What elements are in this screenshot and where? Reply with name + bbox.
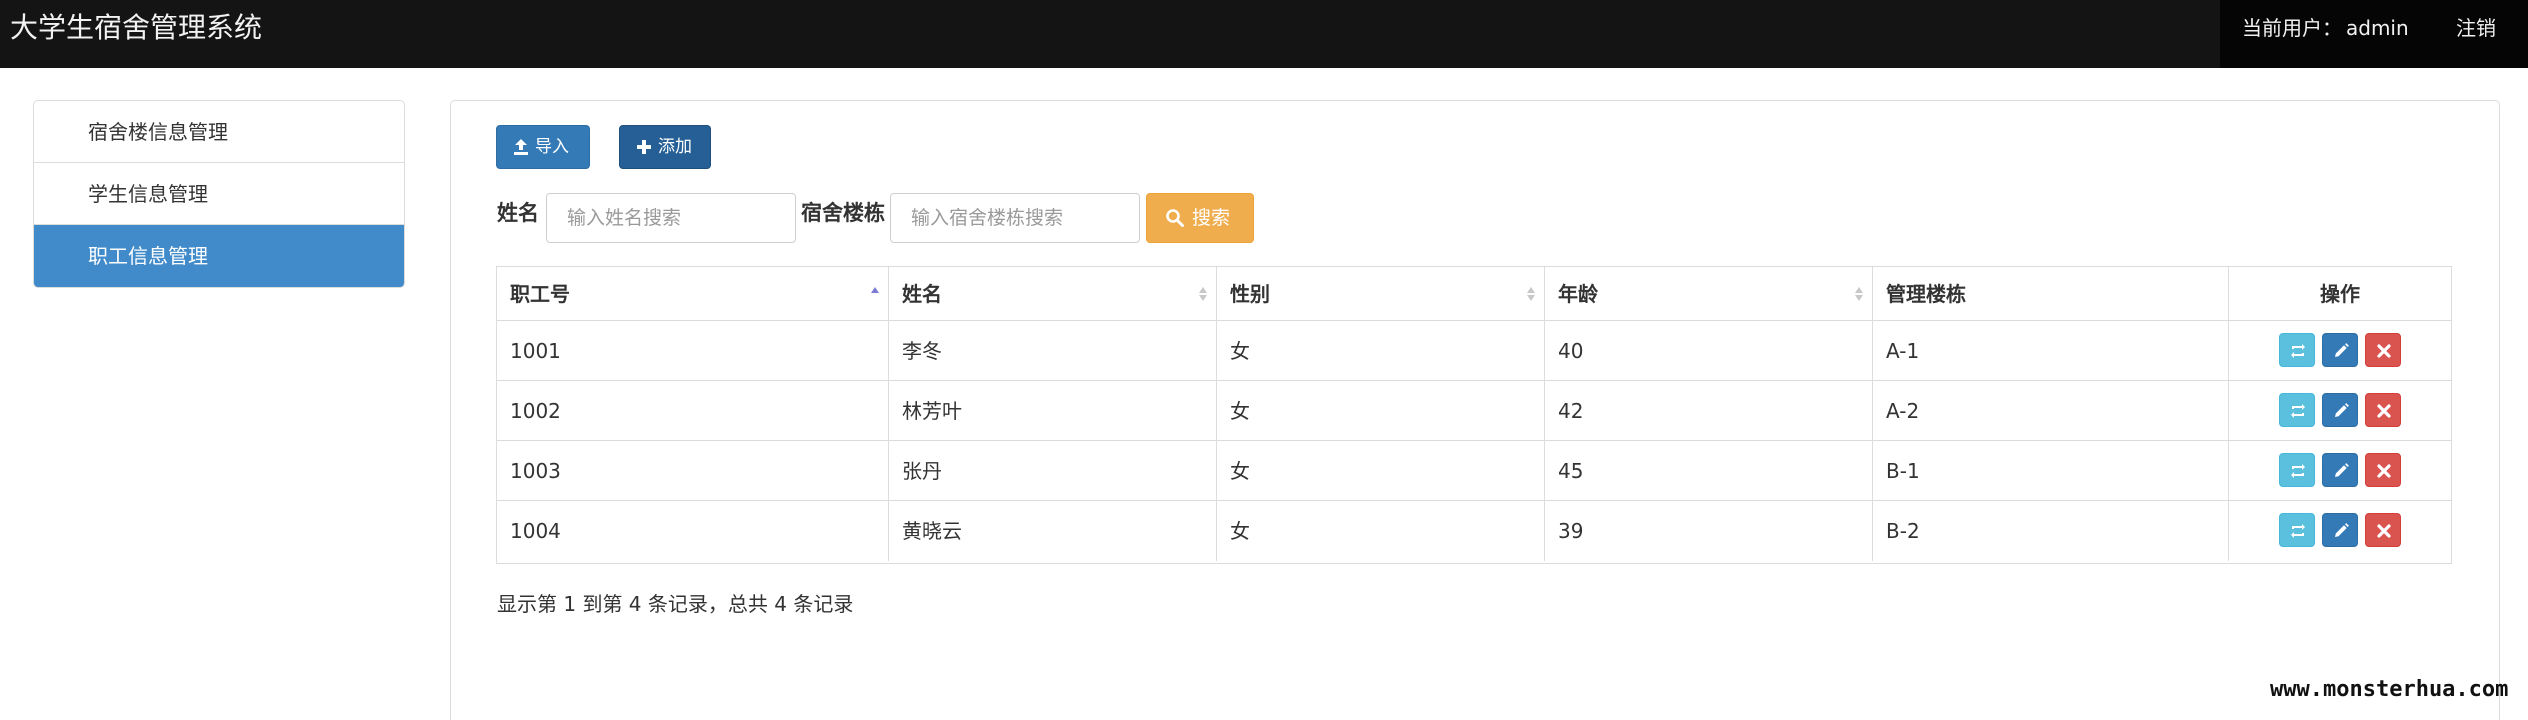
cell-staff-id: 1003: [497, 441, 889, 501]
close-icon: [2377, 524, 2391, 538]
building-search-input[interactable]: [890, 193, 1140, 243]
top-navbar: 大学生宿舍管理系统 当前用户： admin 注销: [0, 0, 2528, 68]
site-watermark: www.monsterhua.com: [2270, 677, 2509, 702]
cell-gender: 女: [1217, 441, 1545, 501]
add-button-label: 添加: [658, 137, 692, 157]
search-button[interactable]: 搜索: [1146, 193, 1254, 243]
refresh-button[interactable]: [2279, 393, 2315, 427]
column-header-building: 管理楼栋: [1873, 267, 2229, 321]
search-icon: [1166, 209, 1184, 227]
name-search-label: 姓名: [497, 201, 539, 225]
app-title[interactable]: 大学生宿舍管理系统: [10, 11, 262, 45]
refresh-icon: [2291, 344, 2305, 358]
plus-icon: [637, 140, 651, 154]
table-row: 1003 张丹 女 45 B-1: [497, 441, 2451, 501]
edit-button[interactable]: [2322, 393, 2358, 427]
logout-link[interactable]: 注销: [2456, 14, 2496, 42]
table-row: 1002 林芳叶 女 42 A-2: [497, 381, 2451, 441]
cell-gender: 女: [1217, 321, 1545, 381]
sidebar-item-student-info[interactable]: 学生信息管理: [34, 163, 404, 225]
sort-asc-icon: [871, 287, 879, 293]
close-icon: [2377, 344, 2391, 358]
cell-actions: [2229, 381, 2451, 441]
pencil-icon: [2335, 343, 2349, 357]
refresh-button[interactable]: [2279, 333, 2315, 367]
building-search-label: 宿舍楼栋: [801, 201, 885, 225]
cell-building: B-2: [1873, 501, 2229, 561]
pencil-icon: [2335, 523, 2349, 537]
edit-button[interactable]: [2322, 333, 2358, 367]
column-header-name[interactable]: 姓名: [889, 267, 1217, 321]
upload-icon: [514, 139, 528, 155]
name-search-input[interactable]: [546, 193, 796, 243]
refresh-icon: [2291, 464, 2305, 478]
table-row: 1001 李冬 女 40 A-1: [497, 321, 2451, 381]
add-button[interactable]: 添加: [619, 125, 711, 169]
import-button-label: 导入: [535, 137, 569, 157]
delete-button[interactable]: [2365, 393, 2401, 427]
cell-building: A-1: [1873, 321, 2229, 381]
cell-name: 李冬: [889, 321, 1217, 381]
delete-button[interactable]: [2365, 333, 2401, 367]
edit-button[interactable]: [2322, 513, 2358, 547]
import-button[interactable]: 导入: [496, 125, 590, 169]
cell-age: 45: [1545, 441, 1873, 501]
cell-staff-id: 1004: [497, 501, 889, 561]
cell-gender: 女: [1217, 381, 1545, 441]
current-user-name: admin: [2346, 16, 2409, 40]
sort-both-icon: [1199, 287, 1207, 301]
refresh-icon: [2291, 404, 2305, 418]
cell-staff-id: 1001: [497, 321, 889, 381]
cell-building: A-2: [1873, 381, 2229, 441]
pencil-icon: [2335, 463, 2349, 477]
cell-staff-id: 1002: [497, 381, 889, 441]
cell-actions: [2229, 441, 2451, 501]
pagination-summary: 显示第 1 到第 4 条记录，总共 4 条记录: [497, 592, 854, 616]
sidebar-menu: 宿舍楼信息管理 学生信息管理 职工信息管理: [33, 100, 405, 288]
sort-both-icon: [1855, 287, 1863, 301]
user-area: 当前用户： admin 注销: [2220, 0, 2528, 68]
column-header-actions: 操作: [2229, 267, 2451, 321]
column-header-staff-id[interactable]: 职工号: [497, 267, 889, 321]
cell-age: 42: [1545, 381, 1873, 441]
sidebar-item-building-info[interactable]: 宿舍楼信息管理: [34, 101, 404, 163]
refresh-button[interactable]: [2279, 453, 2315, 487]
refresh-icon: [2291, 524, 2305, 538]
refresh-button[interactable]: [2279, 513, 2315, 547]
edit-button[interactable]: [2322, 453, 2358, 487]
current-user-label: 当前用户：: [2242, 16, 2342, 40]
close-icon: [2377, 464, 2391, 478]
cell-name: 林芳叶: [889, 381, 1217, 441]
cell-name: 黄晓云: [889, 501, 1217, 561]
cell-age: 39: [1545, 501, 1873, 561]
close-icon: [2377, 404, 2391, 418]
column-header-gender[interactable]: 性别: [1217, 267, 1545, 321]
delete-button[interactable]: [2365, 513, 2401, 547]
sidebar-item-staff-info[interactable]: 职工信息管理: [34, 225, 404, 287]
cell-actions: [2229, 321, 2451, 381]
staff-table: 职工号 姓名 性别 年龄 管理楼栋 操作 1001 李冬 女 40 A-1 10…: [496, 266, 2452, 564]
sort-both-icon: [1527, 287, 1535, 301]
main-panel: 导入 添加 姓名 宿舍楼栋 搜索 职工号 姓名: [450, 100, 2500, 720]
cell-name: 张丹: [889, 441, 1217, 501]
search-button-label: 搜索: [1192, 207, 1231, 229]
cell-building: B-1: [1873, 441, 2229, 501]
table-row: 1004 黄晓云 女 39 B-2: [497, 501, 2451, 561]
column-header-age[interactable]: 年龄: [1545, 267, 1873, 321]
pencil-icon: [2335, 403, 2349, 417]
cell-age: 40: [1545, 321, 1873, 381]
delete-button[interactable]: [2365, 453, 2401, 487]
cell-gender: 女: [1217, 501, 1545, 561]
cell-actions: [2229, 501, 2451, 561]
